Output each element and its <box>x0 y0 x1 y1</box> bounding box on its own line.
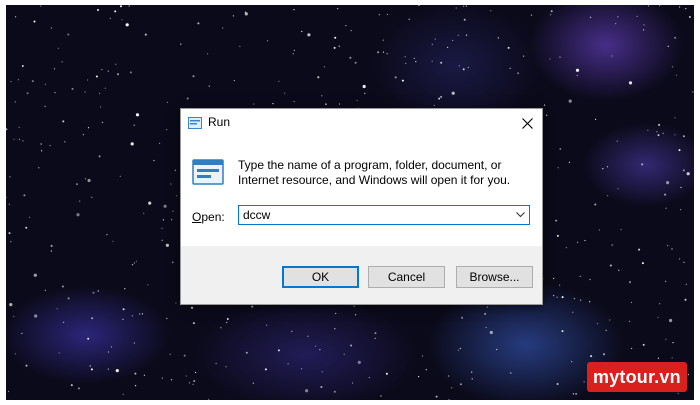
run-description: Type the name of a program, folder, docu… <box>238 158 511 187</box>
cancel-button[interactable]: Cancel <box>368 266 445 288</box>
dialog-title: Run <box>208 115 231 129</box>
run-program-icon <box>192 159 224 190</box>
run-dialog: Run Type the name of a program, folder, … <box>180 108 543 305</box>
ok-button[interactable]: OK <box>282 266 359 288</box>
chevron-down-icon[interactable] <box>513 206 527 224</box>
button-bar: OK Cancel Browse... <box>181 246 542 304</box>
open-label: Open: <box>192 210 225 224</box>
close-button[interactable] <box>512 109 542 137</box>
browse-button[interactable]: Browse... <box>456 266 533 288</box>
run-app-icon <box>188 116 202 134</box>
open-label-accelerator: O <box>192 210 202 224</box>
title-bar[interactable]: Run <box>181 109 542 137</box>
open-label-text: pen: <box>201 210 225 224</box>
desktop-wallpaper: Run Type the name of a program, folder, … <box>6 5 694 400</box>
close-icon <box>521 117 533 129</box>
open-input[interactable]: dccw <box>243 208 270 222</box>
open-combobox[interactable]: dccw <box>238 205 530 225</box>
watermark-logo: mytour.vn <box>587 362 687 392</box>
